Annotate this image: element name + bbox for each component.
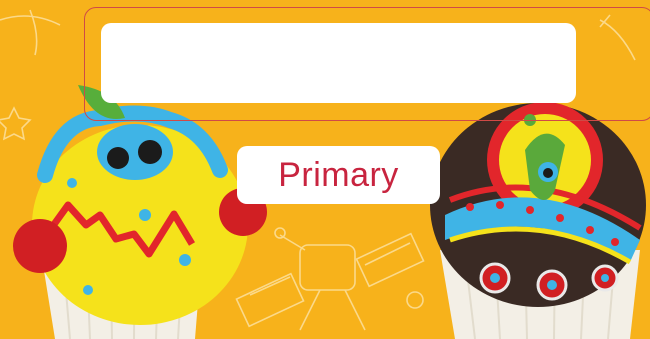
satellite-doodle — [235, 227, 425, 331]
primary-button[interactable]: Primary — [237, 146, 440, 204]
ring-doodle — [406, 291, 424, 309]
hero-banner: Primary — [0, 0, 650, 339]
spaceship-cupcake — [430, 102, 646, 339]
primary-button-label: Primary — [278, 155, 399, 194]
alien-ear — [13, 219, 67, 273]
wave-doodle — [0, 15, 61, 26]
alien-cupcake — [13, 85, 267, 339]
search-input[interactable] — [101, 23, 576, 103]
star-doodle — [0, 106, 32, 141]
